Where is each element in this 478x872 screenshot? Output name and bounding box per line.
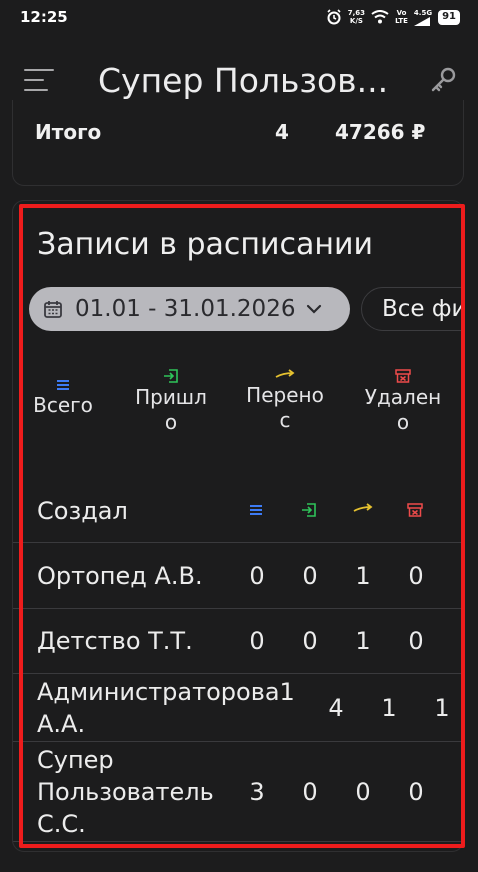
login-icon: [164, 369, 178, 383]
table-header: Создал: [13, 491, 463, 543]
filter-chip[interactable]: Все фи: [361, 287, 463, 331]
row-creator-name: Супер Пользователь С.С.: [37, 746, 214, 838]
legend-total: Всего: [27, 379, 99, 418]
table-row: Администраторова1 А.А. 4 1 1: [13, 674, 463, 742]
row-arrived: 4: [328, 694, 344, 722]
column-header-creator: Создал: [37, 497, 128, 525]
arrow-right-icon: [353, 503, 373, 512]
trash-icon: [407, 503, 423, 517]
row-creator-name: Ортопед А.В.: [37, 562, 203, 590]
battery-icon: 91: [438, 9, 460, 25]
status-bar: 12:25 7,63 K/S Vo LTE 4.5G 91: [0, 0, 478, 34]
wifi-icon: [371, 10, 389, 24]
row-total: 3: [249, 778, 265, 806]
list-icon: [57, 380, 69, 390]
row-moved: 1: [355, 562, 371, 590]
legend-deleted: Удален о: [353, 369, 453, 435]
summary-count: 4: [275, 120, 289, 144]
schedule-card: Записи в расписании 01.01 - 31.01.2026 В…: [12, 200, 464, 852]
alarm-icon: [327, 9, 341, 25]
legend-moved: Перено с: [237, 369, 333, 433]
menu-icon[interactable]: [24, 69, 54, 91]
row-creator-name: Администраторова1 А.А.: [37, 678, 295, 738]
table-row: Ортопед А.В. 0 0 1 0: [13, 544, 463, 609]
row-moved: 1: [355, 627, 371, 655]
volte-indicator: Vo LTE: [395, 9, 408, 25]
page-title: Супер Пользов...: [98, 60, 389, 100]
row-total: 0: [249, 627, 265, 655]
chevron-down-icon: [307, 304, 322, 314]
status-time: 12:25: [20, 8, 68, 26]
row-moved: 1: [381, 694, 397, 722]
status-icons: 7,63 K/S Vo LTE 4.5G 91: [326, 9, 460, 26]
network-indicator: 4.5G: [413, 9, 432, 26]
summary-total-row: Итого 4 47266 ₽: [35, 120, 463, 144]
signal-icon: [413, 16, 430, 26]
summary-amount: 47266 ₽: [335, 120, 426, 144]
row-moved: 0: [355, 778, 371, 806]
summary-card: Итого 4 47266 ₽: [12, 100, 464, 186]
row-arrived: 0: [302, 562, 318, 590]
row-total: 0: [249, 562, 265, 590]
legend-arrived: Пришл о: [125, 369, 217, 435]
row-creator-name: Детство Т.Т.: [37, 627, 193, 655]
login-icon: [302, 503, 316, 517]
table-row: Детство Т.Т. 0 0 1 0: [13, 609, 463, 674]
summary-label: Итого: [35, 120, 102, 144]
net-speed: 7,63 K/S: [347, 9, 366, 25]
date-range-value: 01.01 - 31.01.2026: [75, 296, 296, 322]
trash-icon: [395, 369, 411, 383]
row-deleted: 1: [434, 694, 450, 722]
row-deleted: 0: [408, 627, 424, 655]
arrow-right-icon: [275, 369, 295, 378]
list-icon: [250, 505, 262, 515]
calendar-icon: [44, 301, 62, 318]
table-row: Супер Пользователь С.С. 3 0 0 0: [13, 742, 463, 842]
key-icon[interactable]: [428, 65, 458, 95]
row-deleted: 0: [408, 778, 424, 806]
schedule-title: Записи в расписании: [37, 227, 373, 262]
date-range-picker[interactable]: 01.01 - 31.01.2026: [29, 287, 350, 331]
row-arrived: 0: [302, 627, 318, 655]
row-arrived: 0: [302, 778, 318, 806]
row-deleted: 0: [408, 562, 424, 590]
